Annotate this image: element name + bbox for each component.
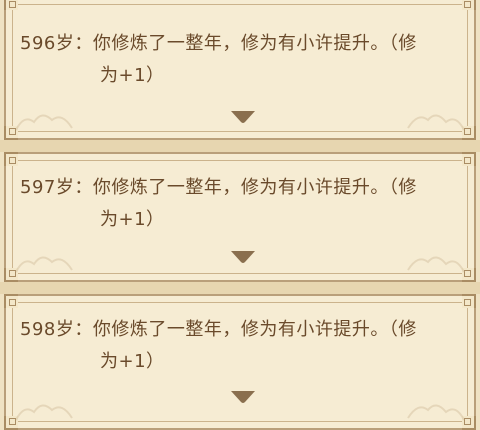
log-text: 598岁：你修炼了一整年，修为有小许提升。（修 为+1）	[20, 314, 460, 378]
frame-corner	[462, 152, 476, 166]
cloud-pattern-icon	[15, 256, 73, 273]
log-message: 你修炼了一整年，修为有小许提升。（修	[92, 177, 417, 198]
cloud-pattern-icon	[407, 114, 465, 131]
cloud-pattern-icon	[15, 404, 73, 421]
log-entry: 597岁：你修炼了一整年，修为有小许提升。（修 为+1）	[4, 152, 476, 282]
frame-corner	[4, 0, 18, 10]
log-message-continued: 为+1）	[100, 65, 165, 86]
log-entry: 596岁：你修炼了一整年，修为有小许提升。（修 为+1）	[4, 0, 476, 140]
frame-corner	[4, 152, 18, 166]
age-label: 598岁：	[20, 319, 93, 340]
cloud-pattern-icon	[15, 114, 73, 131]
log-message-continued: 为+1）	[100, 209, 165, 230]
frame-corner	[4, 294, 18, 308]
age-label: 597岁：	[20, 177, 93, 198]
log-message: 你修炼了一整年，修为有小许提升。（修	[92, 319, 417, 340]
chevron-down-icon	[231, 111, 255, 123]
expand-button[interactable]	[230, 110, 256, 124]
chevron-down-icon	[231, 251, 255, 263]
log-message: 你修炼了一整年，修为有小许提升。（修	[92, 33, 417, 54]
log-text: 597岁：你修炼了一整年，修为有小许提升。（修 为+1）	[20, 172, 460, 236]
log-message-continued: 为+1）	[100, 351, 165, 372]
log-entry: 598岁：你修炼了一整年，修为有小许提升。（修 为+1）	[4, 294, 476, 430]
divider-strip	[0, 282, 480, 294]
log-text: 596岁：你修炼了一整年，修为有小许提升。（修 为+1）	[20, 28, 460, 92]
frame-corner	[462, 294, 476, 308]
expand-button[interactable]	[230, 390, 256, 404]
divider-strip	[0, 140, 480, 152]
frame-corner	[462, 0, 476, 10]
cloud-pattern-icon	[407, 404, 465, 421]
chevron-down-icon	[231, 391, 255, 403]
cloud-pattern-icon	[407, 256, 465, 273]
age-label: 596岁：	[20, 33, 93, 54]
expand-button[interactable]	[230, 250, 256, 264]
